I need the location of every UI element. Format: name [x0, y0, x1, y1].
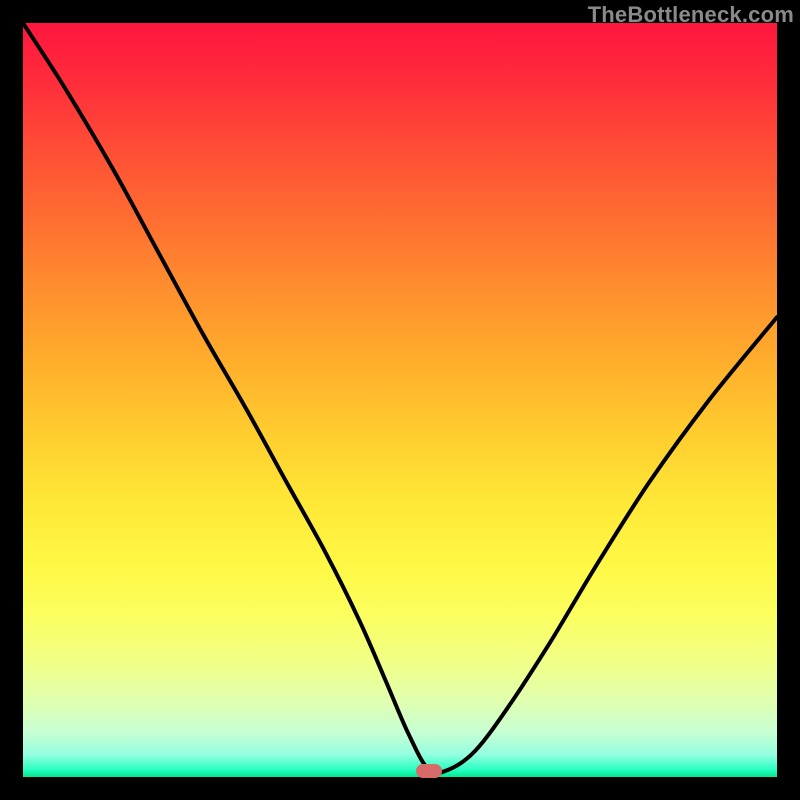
- chart-curve: [23, 23, 777, 777]
- curve-minimum-marker: [416, 764, 442, 778]
- bottleneck-curve-path: [23, 23, 777, 773]
- chart-frame: TheBottleneck.com: [0, 0, 800, 800]
- watermark-text: TheBottleneck.com: [588, 2, 794, 28]
